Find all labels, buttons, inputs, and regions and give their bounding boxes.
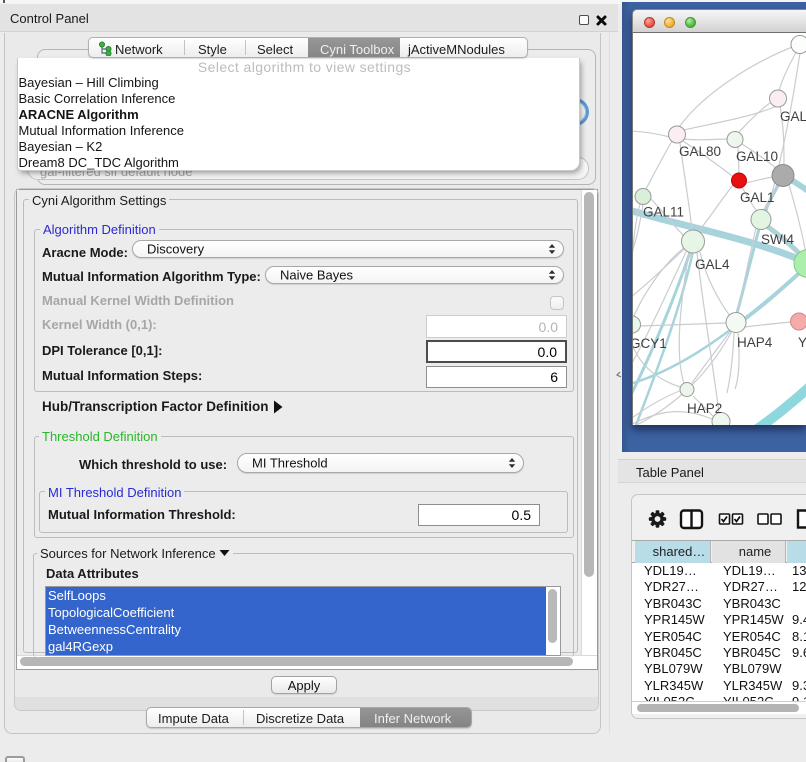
svg-text:YM: YM [798,335,806,350]
svg-text:GAL80: GAL80 [679,144,721,159]
svg-text:GAL10: GAL10 [736,149,778,164]
svg-text:SWI4: SWI4 [761,232,794,247]
svg-text:GCY1: GCY1 [633,336,667,351]
svg-text:HAP4: HAP4 [737,335,773,350]
svg-text:GAL1: GAL1 [740,190,775,205]
svg-text:GAL11: GAL11 [643,205,684,220]
svg-text:GAL7: GAL7 [780,109,806,124]
svg-text:GAL4: GAL4 [695,257,730,272]
svg-text:HAP2: HAP2 [687,401,722,416]
